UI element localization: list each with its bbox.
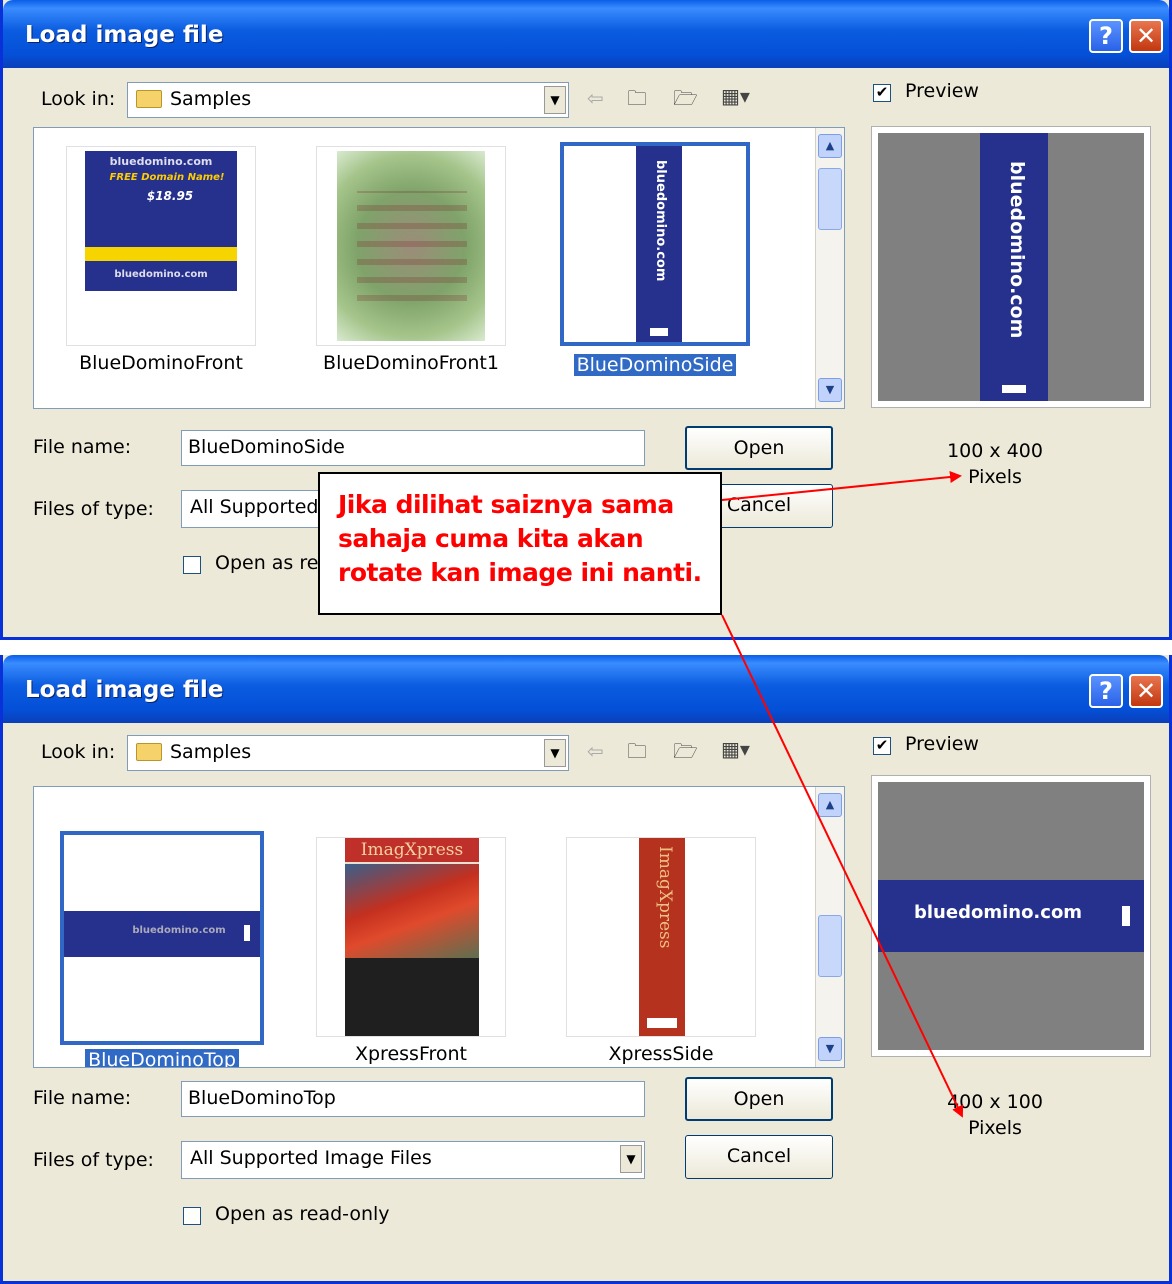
look-in-select[interactable]: Samples ▼ bbox=[127, 82, 569, 118]
files-of-type-select[interactable]: All Supported bbox=[181, 490, 331, 528]
file-name-input[interactable]: BlueDominoSide bbox=[181, 430, 645, 466]
annotation-callout: Jika dilihat saiznya sama sahaja cuma ki… bbox=[318, 472, 722, 615]
preview-image: bluedomino.com bbox=[878, 880, 1144, 952]
read-only-checkbox[interactable] bbox=[183, 556, 201, 574]
preview-text: bluedomino.com bbox=[1006, 161, 1028, 339]
read-only-label: Open as re bbox=[215, 552, 319, 574]
chevron-down-icon[interactable]: ▼ bbox=[544, 86, 566, 114]
preview-label: Preview bbox=[905, 733, 979, 755]
scroll-up-icon[interactable]: ▲ bbox=[818, 134, 842, 158]
thumb-price: $18.95 bbox=[146, 189, 194, 203]
item-caption: XpressSide bbox=[608, 1043, 714, 1065]
list-item[interactable]: BlueDominoFront1 bbox=[316, 146, 506, 386]
help-button[interactable]: ? bbox=[1089, 674, 1123, 708]
preview-checkbox[interactable]: ✔ bbox=[873, 84, 891, 102]
close-icon: ✕ bbox=[1135, 22, 1157, 50]
preview-text: bluedomino.com bbox=[914, 902, 1083, 923]
view-menu-icon[interactable]: ▦▾ bbox=[721, 737, 750, 761]
back-icon[interactable]: ⇦ bbox=[587, 739, 604, 763]
title-bar[interactable]: Load image file ? ✕ bbox=[3, 655, 1169, 723]
preview-pane: bluedomino.com bbox=[871, 126, 1151, 408]
image-dimensions: 400 x 100 bbox=[947, 1091, 1043, 1113]
dimension-units: Pixels bbox=[968, 1117, 1022, 1139]
thumbnail bbox=[316, 146, 506, 346]
files-of-type-label: Files of type: bbox=[33, 1149, 154, 1171]
files-of-type-label: Files of type: bbox=[33, 498, 154, 520]
preview-image: bluedomino.com bbox=[980, 133, 1048, 401]
file-name-value: BlueDominoTop bbox=[188, 1087, 336, 1109]
new-folder-icon[interactable]: 🗁 bbox=[673, 737, 698, 771]
preview-pane: bluedomino.com bbox=[871, 775, 1151, 1057]
callout-line-3: rotate kan image ini nanti. bbox=[338, 558, 702, 587]
scrollbar-thumb[interactable] bbox=[818, 168, 842, 230]
new-folder-icon[interactable]: 🗁 bbox=[673, 84, 698, 118]
load-image-dialog-2: Load image file ? ✕ Look in: Samples ▼ ⇦… bbox=[0, 655, 1172, 1284]
list-item[interactable]: bluedomino.com FREE Domain Name! $18.95 … bbox=[66, 146, 256, 386]
look-in-value: Samples bbox=[170, 741, 252, 763]
item-caption: BlueDominoSide bbox=[560, 354, 750, 376]
cancel-button[interactable]: Cancel bbox=[685, 1135, 833, 1179]
scroll-up-icon[interactable]: ▲ bbox=[818, 793, 842, 817]
help-icon: ? bbox=[1099, 677, 1113, 705]
up-folder-icon[interactable]: 🗀 bbox=[627, 737, 647, 771]
help-button[interactable]: ? bbox=[1089, 19, 1123, 53]
list-item-selected[interactable]: bluedomino.com BlueDominoSide bbox=[560, 142, 750, 386]
folder-icon bbox=[136, 90, 162, 108]
thumbnail: ImagXpress bbox=[566, 837, 756, 1037]
scrollbar-thumb[interactable] bbox=[818, 915, 842, 977]
read-only-checkbox[interactable] bbox=[183, 1207, 201, 1225]
dialog-title: Load image file bbox=[25, 22, 224, 48]
folder-icon bbox=[136, 743, 162, 761]
list-item[interactable]: ImagXpress XpressSide bbox=[566, 837, 756, 1067]
chevron-down-icon[interactable]: ▼ bbox=[620, 1145, 642, 1173]
item-caption: BlueDominoFront bbox=[79, 352, 243, 374]
look-in-label: Look in: bbox=[41, 741, 116, 763]
thumbnail: bluedomino.com FREE Domain Name! $18.95 … bbox=[66, 146, 256, 346]
view-menu-icon[interactable]: ▦▾ bbox=[721, 84, 750, 108]
look-in-label: Look in: bbox=[41, 88, 116, 110]
item-caption: BlueDominoTop bbox=[60, 1049, 264, 1067]
preview-checkbox[interactable]: ✔ bbox=[873, 737, 891, 755]
title-bar[interactable]: Load image file ? ✕ bbox=[3, 0, 1169, 68]
scroll-down-icon[interactable]: ▼ bbox=[818, 1037, 842, 1061]
files-of-type-value: All Supported Image Files bbox=[190, 1147, 432, 1169]
back-icon[interactable]: ⇦ bbox=[587, 86, 604, 110]
file-name-value: BlueDominoSide bbox=[188, 436, 345, 458]
file-name-label: File name: bbox=[33, 1087, 132, 1109]
close-button[interactable]: ✕ bbox=[1129, 674, 1163, 708]
close-button[interactable]: ✕ bbox=[1129, 19, 1163, 53]
preview-label: Preview bbox=[905, 80, 979, 102]
image-dimensions: 100 x 400 bbox=[947, 440, 1043, 462]
file-name-input[interactable]: BlueDominoTop bbox=[181, 1081, 645, 1117]
thumbnail: bluedomino.com bbox=[60, 831, 264, 1045]
chevron-down-icon[interactable]: ▼ bbox=[544, 739, 566, 767]
callout-line-2: sahaja cuma kita akan bbox=[338, 524, 644, 553]
up-folder-icon[interactable]: 🗀 bbox=[627, 84, 647, 118]
files-of-type-value: All Supported bbox=[190, 496, 319, 518]
dialog-title: Load image file bbox=[25, 677, 224, 703]
dimension-units: Pixels bbox=[968, 466, 1022, 488]
close-icon: ✕ bbox=[1135, 677, 1157, 705]
scroll-down-icon[interactable]: ▼ bbox=[818, 378, 842, 402]
list-item[interactable]: ImagXpress XpressFront bbox=[316, 837, 506, 1067]
look-in-select[interactable]: Samples ▼ bbox=[127, 735, 569, 771]
vertical-scrollbar[interactable]: ▲ ▼ bbox=[815, 128, 844, 408]
thumbnail: bluedomino.com bbox=[560, 142, 750, 346]
list-item-selected[interactable]: bluedomino.com BlueDominoTop bbox=[60, 831, 264, 1067]
file-list[interactable]: bluedomino.com FREE Domain Name! $18.95 … bbox=[33, 127, 845, 409]
files-of-type-select[interactable]: All Supported Image Files ▼ bbox=[181, 1141, 645, 1179]
vertical-scrollbar[interactable]: ▲ ▼ bbox=[815, 787, 844, 1067]
thumb-text: bluedomino.com bbox=[109, 155, 213, 168]
file-list[interactable]: bluedomino.com BlueDominoTop ImagXpress … bbox=[33, 786, 845, 1068]
help-icon: ? bbox=[1099, 22, 1113, 50]
file-name-label: File name: bbox=[33, 436, 132, 458]
callout-line-1: Jika dilihat saiznya sama bbox=[338, 490, 674, 519]
read-only-label: Open as read-only bbox=[215, 1203, 390, 1225]
thumbnail: ImagXpress bbox=[316, 837, 506, 1037]
item-caption: BlueDominoFront1 bbox=[323, 352, 499, 374]
open-button[interactable]: Open bbox=[685, 1077, 833, 1121]
open-button[interactable]: Open bbox=[685, 426, 833, 470]
look-in-value: Samples bbox=[170, 88, 252, 110]
item-caption: XpressFront bbox=[354, 1043, 467, 1065]
